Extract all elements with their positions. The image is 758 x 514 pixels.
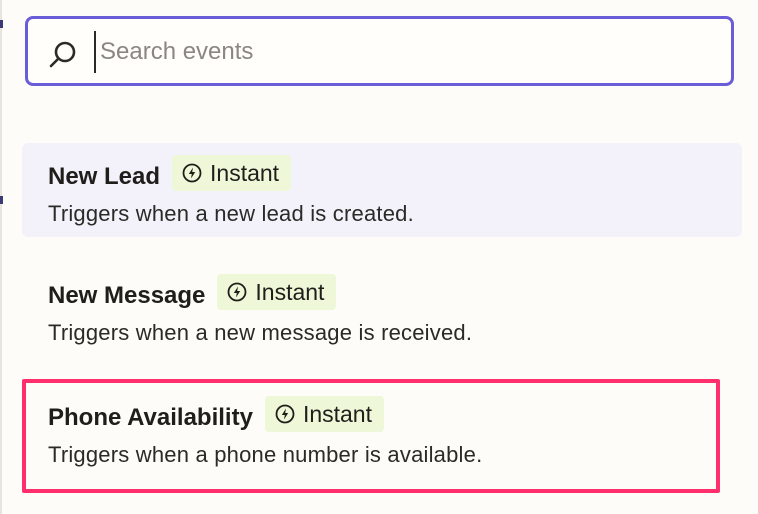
event-description: Triggers when a new message is received. [48,320,473,345]
event-description: Triggers when a new lead is created. [48,201,414,226]
event-item-new-message[interactable]: New Message Instant Triggers when a new … [22,262,742,356]
badge-label: Instant [210,159,280,186]
bolt-icon [275,404,295,424]
event-name: New Lead [48,163,161,190]
event-title-row: New Lead Instant [48,155,292,191]
event-description: Triggers when a phone number is availabl… [48,442,483,467]
left-marker [0,20,3,28]
event-name: New Message [48,282,206,309]
instant-badge: Instant [264,396,384,432]
event-title-row: Phone Availability Instant [48,396,384,432]
event-picker: New Lead Instant Triggers when a new lea… [0,0,758,514]
badge-label: Instant [302,400,372,427]
search-box[interactable] [25,16,734,86]
search-icon [49,41,76,68]
left-divider [0,0,2,514]
badge-label: Instant [255,278,325,305]
event-name: Phone Availability [48,404,253,431]
instant-badge: Instant [172,155,292,191]
left-marker [0,196,3,204]
event-title-row: New Message Instant [48,274,337,310]
search-input[interactable] [94,31,712,73]
event-item-phone-availability[interactable]: Phone Availability Instant Triggers when… [22,379,720,493]
event-item-new-lead[interactable]: New Lead Instant Triggers when a new lea… [22,143,742,237]
bolt-icon [182,163,202,183]
instant-badge: Instant [217,274,337,310]
bolt-icon [228,282,247,302]
